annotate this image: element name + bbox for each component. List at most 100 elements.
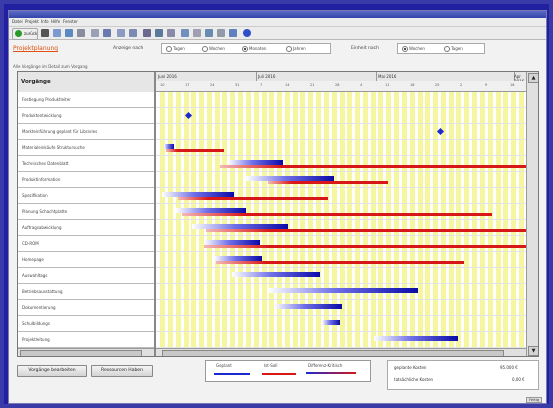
- week-tick: 11: [385, 83, 390, 87]
- task-row[interactable]: CD-ROM: [18, 236, 154, 252]
- task-row[interactable]: Betriebsausstattung: [18, 284, 154, 300]
- menu-item[interactable]: Projekt: [25, 19, 39, 24]
- copy-icon[interactable]: [77, 29, 85, 37]
- page-title: Projektplanung: [13, 45, 59, 52]
- plan-bar[interactable]: [274, 304, 342, 309]
- plan-bar[interactable]: [322, 320, 340, 325]
- radio-label: Tagen: [173, 46, 185, 51]
- actual-bar[interactable]: [166, 149, 224, 152]
- task-row[interactable]: Produktentwicklung: [18, 108, 154, 124]
- task-row[interactable]: Markteinführung geplant für Libraries: [18, 124, 154, 140]
- actual-cost-label: tatsächliche Kosten: [394, 377, 434, 382]
- menu-bar: Datei Projekt Info Hilfe Fenster: [9, 18, 546, 27]
- scroll-up-icon[interactable]: ▲: [528, 73, 538, 83]
- save-icon[interactable]: [53, 29, 61, 37]
- task-name: Auswahltags: [22, 273, 48, 278]
- weekend-stripe: [503, 92, 509, 356]
- task-row[interactable]: Homepage: [18, 252, 154, 268]
- weekend-stripe: [347, 92, 353, 356]
- scroll-thumb[interactable]: [20, 350, 142, 356]
- record-icon[interactable]: [41, 29, 49, 37]
- task-header: Vorgänge: [18, 72, 154, 93]
- edit-tasks-button[interactable]: Vorgänge bearbeiten: [17, 365, 87, 377]
- row-gridline: [156, 299, 526, 300]
- week-tick: 7: [260, 83, 263, 87]
- task-row[interactable]: Projektleitung: [18, 332, 154, 348]
- task-row[interactable]: Materialeinkäufe Struktursuche: [18, 140, 154, 156]
- menu-item[interactable]: Hilfe: [51, 19, 60, 24]
- table-icon[interactable]: [117, 29, 125, 37]
- radio-label: Wochen: [409, 46, 425, 51]
- menu-item[interactable]: Info: [41, 19, 49, 24]
- layout-icon[interactable]: [143, 29, 151, 37]
- menu-item[interactable]: Datei: [12, 19, 23, 24]
- toolbar: zurück: [9, 27, 546, 40]
- radio-months[interactable]: Monaten: [242, 46, 266, 52]
- task-row[interactable]: Auftragsabwicklung: [18, 220, 154, 236]
- week-header: 10 17 24 31 7 14 21 28 4 11 18 25 2 9 16: [156, 81, 526, 92]
- radio-unit-weeks[interactable]: Wochen: [402, 46, 425, 52]
- task-row[interactable]: Dokumentierung: [18, 300, 154, 316]
- filter-icon[interactable]: [155, 29, 163, 37]
- radio-unit-days[interactable]: Tagen: [444, 46, 463, 52]
- plan-bar[interactable]: [268, 288, 418, 293]
- plan-bar[interactable]: [232, 272, 320, 277]
- weekend-stripe: [518, 92, 524, 356]
- actual-bar[interactable]: [178, 197, 328, 200]
- actual-bar[interactable]: [206, 229, 526, 232]
- print-icon[interactable]: [65, 29, 73, 37]
- row-gridline: [156, 315, 526, 316]
- task-row[interactable]: Schulbildungs: [18, 316, 154, 332]
- task-row[interactable]: Technisches Datenblatt: [18, 156, 154, 172]
- task-horizontal-scrollbar[interactable]: [18, 348, 154, 356]
- settings-icon[interactable]: [167, 29, 175, 37]
- actual-bar[interactable]: [204, 245, 526, 248]
- scroll-thumb[interactable]: [162, 350, 504, 356]
- actual-bar[interactable]: [268, 181, 388, 184]
- resources-button[interactable]: Ressourcen Haben: [91, 365, 153, 377]
- legend-plan: Geplant: [216, 363, 232, 368]
- actual-bar[interactable]: [220, 165, 526, 168]
- document-icon[interactable]: [91, 29, 99, 37]
- display-options-box: Tagen Wochen Monaten Jahren: [161, 43, 331, 54]
- zoom-icon[interactable]: [193, 29, 201, 37]
- task-row[interactable]: Planung Schachtplatte: [18, 204, 154, 220]
- actual-bar[interactable]: [216, 261, 464, 264]
- weekend-stripe: [160, 92, 165, 356]
- task-row[interactable]: Festlegung Produktleiter: [18, 92, 154, 108]
- link-icon[interactable]: [217, 29, 225, 37]
- timeline-horizontal-scrollbar[interactable]: [156, 348, 526, 356]
- grid-icon[interactable]: [103, 29, 111, 37]
- cost-summary: geplante Kosten 95.000 € tatsächliche Ko…: [387, 360, 539, 390]
- unit-options-box: Wochen Tagen: [397, 43, 485, 54]
- radio-weeks[interactable]: Wochen: [202, 46, 225, 52]
- task-row[interactable]: Produktinformation: [18, 172, 154, 188]
- vertical-scrollbar[interactable]: ▲ ▼: [526, 72, 538, 356]
- weekend-stripe: [300, 92, 306, 356]
- radio-years[interactable]: Jahren: [286, 46, 306, 52]
- row-gridline: [156, 187, 526, 188]
- actual-cost-value: 0,00 €: [512, 377, 525, 382]
- weekend-stripe: [355, 92, 361, 356]
- weekend-stripe: [417, 92, 423, 356]
- back-button[interactable]: zurück: [12, 28, 38, 40]
- task-row[interactable]: Spezifikation: [18, 188, 154, 204]
- refresh-icon[interactable]: [229, 29, 237, 37]
- weekend-stripe: [370, 92, 376, 356]
- chart-icon[interactable]: [129, 29, 137, 37]
- task-name: Produktinformation: [22, 177, 61, 182]
- scroll-down-icon[interactable]: ▼: [528, 346, 538, 356]
- calendar-icon[interactable]: [205, 29, 213, 37]
- title-bar: [9, 11, 546, 18]
- task-row[interactable]: Auswahltags: [18, 268, 154, 284]
- row-gridline: [156, 219, 526, 220]
- plan-bar[interactable]: [374, 336, 458, 341]
- radio-days[interactable]: Tagen: [166, 46, 185, 52]
- task-name: Schulbildungs: [22, 321, 50, 326]
- menu-item[interactable]: Fenster: [63, 19, 78, 24]
- task-list: Vorgänge Festlegung Produktleiter Produkt…: [18, 72, 156, 356]
- row-gridline: [156, 139, 526, 140]
- actual-bar[interactable]: [182, 213, 492, 216]
- help-icon[interactable]: [243, 29, 251, 37]
- export-icon[interactable]: [181, 29, 189, 37]
